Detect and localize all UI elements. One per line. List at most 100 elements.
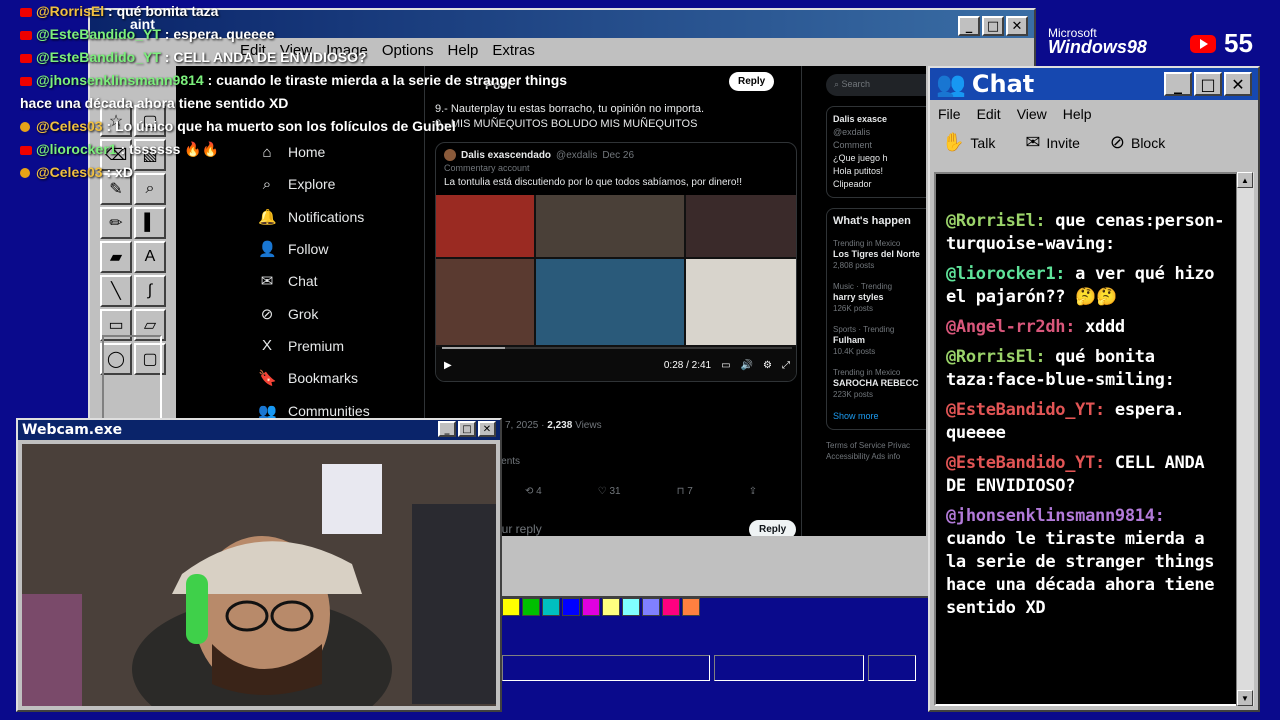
share-icon[interactable]: ⇪ bbox=[749, 486, 757, 497]
scroll-down-icon[interactable]: ▼ bbox=[1237, 690, 1253, 706]
volume-icon[interactable]: 🔊 bbox=[741, 360, 753, 371]
close-button[interactable]: ✕ bbox=[478, 421, 496, 437]
minimize-button[interactable]: _ bbox=[958, 16, 980, 36]
nav-label: Communities bbox=[288, 402, 370, 419]
minimize-button[interactable]: _ bbox=[1164, 72, 1192, 96]
nav-item-bookmarks[interactable]: 🔖 Bookmarks bbox=[258, 362, 370, 394]
bookmark-button[interactable]: ⊓ 7 bbox=[677, 486, 693, 497]
like-count: 31 bbox=[609, 486, 621, 497]
profile-line: Hola putitos! bbox=[833, 166, 884, 176]
paint-tool-icon[interactable]: ▰ bbox=[100, 241, 132, 273]
trend-item[interactable]: Trending in Mexico SAROCHA REBECC 223K pos… bbox=[833, 367, 926, 400]
nav-label: Chat bbox=[288, 273, 318, 290]
chat-username: @RorrisEl: bbox=[946, 347, 1046, 367]
view-count: 2,238 bbox=[547, 420, 573, 431]
play-icon[interactable]: ▶ bbox=[444, 360, 452, 371]
block-button[interactable]: ⊘ Block bbox=[1110, 132, 1165, 153]
chat-menu-item[interactable]: View bbox=[1017, 106, 1047, 122]
color-swatch[interactable] bbox=[522, 598, 540, 616]
reply-input[interactable]: our reply bbox=[495, 522, 542, 536]
trend-name: Fulham bbox=[833, 335, 866, 345]
nav-item-grok[interactable]: ⊘ Grok bbox=[258, 297, 370, 329]
chat-message: @jhonsenklinsmann9814: cuando le tiraste… bbox=[946, 505, 1232, 620]
color-swatch[interactable] bbox=[662, 598, 680, 616]
maximize-button[interactable]: □ bbox=[982, 16, 1004, 36]
nav-item-follow[interactable]: 👤 Follow bbox=[258, 233, 370, 265]
close-button[interactable]: ✕ bbox=[1006, 16, 1028, 36]
color-swatch[interactable] bbox=[622, 598, 640, 616]
nav-icon: ⊘ bbox=[260, 305, 274, 323]
webcam-window: Webcam.exe _ □ ✕ bbox=[16, 418, 502, 712]
color-swatch[interactable] bbox=[602, 598, 620, 616]
profile-card[interactable]: Dalis exasce @exdalis Comment ¿Que juego… bbox=[826, 106, 926, 198]
overlay-message: @liorocker1 : tssssss 🔥🔥 bbox=[20, 138, 580, 161]
color-swatch[interactable] bbox=[682, 598, 700, 616]
trend-name: Los Tigres del Norte bbox=[833, 249, 920, 259]
nav-label: Grok bbox=[288, 305, 319, 322]
video-player[interactable]: ▶ 0:28 / 2:41 ▭ 🔊 ⚙ ⤢ bbox=[436, 195, 796, 381]
overlay-message: @EsteBandido_YT : CELL ANDA DE ENVIDIOSO… bbox=[20, 46, 580, 69]
paint-tool-icon[interactable]: A bbox=[134, 241, 166, 273]
trend-count: 10.4K posts bbox=[833, 347, 876, 356]
nav-item-chat[interactable]: ✉ Chat bbox=[258, 265, 370, 297]
color-swatch[interactable] bbox=[562, 598, 580, 616]
chat-username: @Angel-rr2dh: bbox=[946, 317, 1076, 337]
minimize-button[interactable]: _ bbox=[438, 421, 456, 437]
trends-list: Trending in Mexico Los Tigres del Norte 2,… bbox=[833, 238, 926, 400]
chat-title-bar[interactable]: 👥 Chat _ □ ✕ bbox=[930, 68, 1258, 100]
chat-toolbar: ✋ Talk ✉ Invite ⊘ Block bbox=[930, 128, 1258, 161]
paint-tool-icon[interactable]: ╲ bbox=[100, 275, 132, 307]
chat-username: @liorocker1: bbox=[946, 264, 1066, 284]
footer-links[interactable]: Terms of Service Privac Accessibility Ad… bbox=[826, 440, 926, 462]
youtube-icon bbox=[20, 76, 32, 86]
maximize-button[interactable]: □ bbox=[458, 421, 476, 437]
chat-scrollbar[interactable]: ▲ ▼ bbox=[1236, 172, 1254, 706]
show-more-link[interactable]: Show more bbox=[833, 410, 926, 423]
webcam-title: Webcam.exe bbox=[22, 422, 123, 438]
overlay-text: : espera. queeee bbox=[160, 26, 275, 42]
chat-menu-item[interactable]: Edit bbox=[977, 106, 1001, 122]
nav-item-notifications[interactable]: 🔔 Notifications bbox=[258, 201, 370, 233]
nav-item-premium[interactable]: X Premium bbox=[258, 330, 370, 362]
paint-tool-icon[interactable]: ▌ bbox=[134, 207, 166, 239]
chat-title: Chat bbox=[971, 70, 1035, 98]
overlay-text: : qué bonita taza bbox=[104, 3, 219, 19]
trend-category: Trending in Mexico bbox=[833, 368, 901, 377]
fullscreen-icon[interactable]: ⤢ bbox=[782, 360, 790, 371]
webcam-title-bar[interactable]: Webcam.exe _ □ ✕ bbox=[18, 420, 500, 440]
viewer-number: 55 bbox=[1224, 28, 1253, 58]
color-swatch[interactable] bbox=[642, 598, 660, 616]
trend-item[interactable]: Trending in Mexico Los Tigres del Norte 2,… bbox=[833, 238, 926, 271]
settings-icon[interactable]: ⚙ bbox=[763, 360, 772, 371]
close-button[interactable]: ✕ bbox=[1224, 72, 1252, 96]
maximize-button[interactable]: □ bbox=[1194, 72, 1222, 96]
trend-item[interactable]: Sports · Trending Fulham 10.4K posts bbox=[833, 324, 926, 357]
reply-submit-button[interactable]: Reply bbox=[749, 520, 797, 536]
captions-icon[interactable]: ▭ bbox=[721, 360, 730, 371]
trend-item[interactable]: Music · Trending harry styles 126K posts bbox=[833, 281, 926, 314]
repost-button[interactable]: ⟲ 4 bbox=[525, 486, 542, 497]
chat-menu-bar: File Edit View Help bbox=[930, 100, 1258, 128]
chat-username: @EsteBandido_YT: bbox=[946, 400, 1105, 420]
video-tile bbox=[436, 195, 534, 257]
invite-button[interactable]: ✉ Invite bbox=[1025, 132, 1080, 153]
trend-count: 223K posts bbox=[833, 390, 874, 399]
chat-menu-item[interactable]: Help bbox=[1063, 106, 1092, 122]
color-swatch[interactable] bbox=[542, 598, 560, 616]
nav-label: Follow bbox=[288, 241, 329, 258]
search-input[interactable]: ⌕ Search bbox=[826, 74, 926, 96]
color-swatch[interactable] bbox=[502, 598, 520, 616]
paint-tool-icon[interactable]: ∫ bbox=[134, 275, 166, 307]
talk-button[interactable]: ✋ Talk bbox=[942, 132, 995, 153]
nav-icon: 🔔 bbox=[258, 208, 277, 226]
paint-tool-icon[interactable]: ✏ bbox=[100, 207, 132, 239]
chat-menu-item[interactable]: File bbox=[938, 106, 961, 122]
color-swatch[interactable] bbox=[582, 598, 600, 616]
reply-button[interactable]: Reply bbox=[729, 72, 775, 91]
like-button[interactable]: ♡ 31 bbox=[598, 486, 621, 497]
trends-title: What's happen bbox=[833, 215, 911, 227]
chat-window-controls: _ □ ✕ bbox=[1164, 72, 1252, 96]
scroll-up-icon[interactable]: ▲ bbox=[1237, 172, 1253, 188]
overlay-username: @liorocker1 bbox=[36, 141, 117, 157]
toolbar-label: Block bbox=[1130, 135, 1166, 151]
